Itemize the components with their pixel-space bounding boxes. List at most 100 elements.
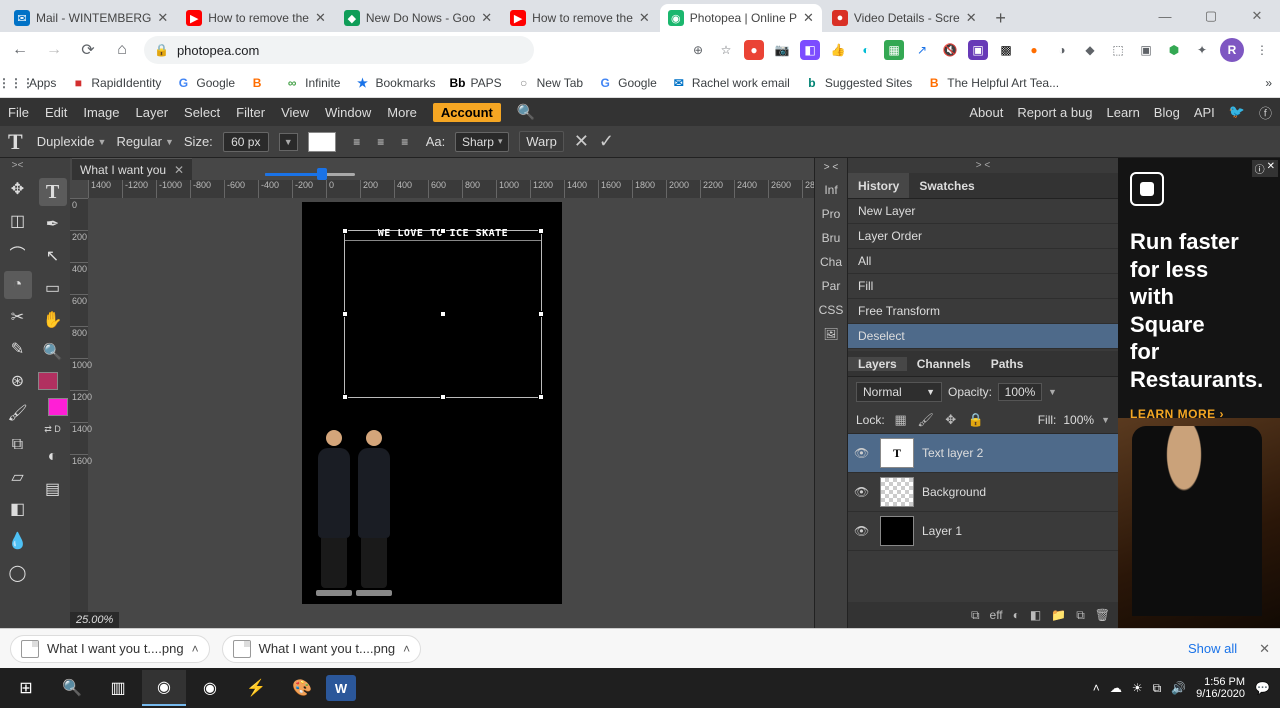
cancel-icon[interactable]: ✕ (574, 131, 589, 152)
ext-14[interactable]: ⬚ (1108, 40, 1128, 60)
fill-input[interactable]: 100% (1063, 413, 1094, 427)
ad-banner[interactable]: ⓘ✕ Run fasterfor lesswithSquareforRestau… (1118, 158, 1280, 628)
tab-close-icon[interactable]: ✕ (481, 10, 492, 26)
panel-tab-image[interactable]: 🖼 (823, 327, 838, 341)
menu-link-blog[interactable]: Blog (1154, 105, 1180, 120)
bookmark-11[interactable]: BThe Helpful Art Tea... (926, 75, 1059, 91)
commit-icon[interactable]: ✓ (599, 131, 614, 152)
ext-7[interactable]: ↗ (912, 40, 932, 60)
ext-5[interactable]: ◐ (856, 40, 876, 60)
bookmark-2[interactable]: GGoogle (175, 75, 235, 91)
tab-close-icon[interactable]: ✕ (315, 10, 326, 26)
browser-tab-3[interactable]: ▶How to remove the✕ (502, 4, 658, 32)
ad-close-icon[interactable]: ✕ (1267, 161, 1275, 176)
window-maximize[interactable]: ▢ (1188, 0, 1234, 32)
lock-all-icon[interactable]: 🔒 (967, 411, 985, 429)
bookmarks-overflow[interactable]: » (1265, 76, 1272, 90)
ext-9[interactable]: ▣ (968, 40, 988, 60)
toolbox-collapse[interactable]: >< (12, 160, 24, 171)
menu-select[interactable]: Select (184, 105, 220, 120)
browser-tab-0[interactable]: ✉Mail - WINTEMBERG✕ (6, 4, 176, 32)
brush-tool[interactable]: 🖌 (4, 399, 32, 427)
bookmark-7[interactable]: ○New Tab (516, 75, 583, 91)
ext-11[interactable]: ● (1024, 40, 1044, 60)
tab-close-icon[interactable]: ✕ (966, 10, 977, 26)
panel-tab-bru[interactable]: Bru (822, 231, 841, 245)
visibility-icon[interactable]: 👁 (854, 524, 872, 538)
browser-tab-5[interactable]: ●Video Details - Scre✕ (824, 4, 985, 32)
new-layer-icon[interactable]: ⧉ (1076, 608, 1085, 623)
search-button[interactable]: 🔍 (50, 670, 94, 706)
install-icon[interactable]: ⊕ (688, 40, 708, 60)
delete-layer-icon[interactable]: 🗑 (1095, 608, 1110, 622)
nav-forward[interactable]: → (42, 38, 66, 62)
ext-3[interactable]: ◧ (800, 40, 820, 60)
chrome-app[interactable]: ◉ (142, 670, 186, 706)
bookmark-10[interactable]: bSuggested Sites (804, 75, 912, 91)
layers-tab-paths[interactable]: Paths (981, 357, 1034, 371)
size-slider[interactable] (265, 170, 355, 178)
download-item-1[interactable]: What I want you t....png˄ (222, 635, 422, 663)
align-center[interactable]: ≡ (370, 132, 392, 152)
visibility-icon[interactable]: 👁 (854, 485, 872, 499)
menu-link-learn[interactable]: Learn (1107, 105, 1140, 120)
word-app[interactable]: W (326, 675, 356, 701)
tab-close-icon[interactable]: ✕ (803, 10, 814, 26)
rightpanel-collapse[interactable]: > < (848, 158, 1118, 173)
layer-row[interactable]: 👁Layer 1 (848, 512, 1118, 551)
layer-row[interactable]: 👁Background (848, 473, 1118, 512)
zoom-level[interactable]: 25.00% (70, 612, 119, 628)
extensions-icon[interactable]: ✦ (1192, 40, 1212, 60)
close-doc-icon[interactable]: ✕ (174, 163, 184, 177)
history-item[interactable]: Deselect (848, 324, 1118, 349)
opacity-input[interactable]: 100% (998, 383, 1042, 401)
text-transform-box[interactable]: WE LOVE TO ICE SKATE (344, 230, 542, 398)
menu-window[interactable]: Window (325, 105, 371, 120)
blend-mode-select[interactable]: Normal▼ (856, 382, 942, 402)
nav-back[interactable]: ← (8, 38, 32, 62)
layer-folder-icon[interactable]: 📁 (1051, 608, 1066, 622)
ext-6[interactable]: ▦ (884, 40, 904, 60)
zoom-tool[interactable]: 🔍 (39, 338, 67, 366)
paint-app[interactable]: 🎨 (280, 670, 324, 706)
lock-transparency-icon[interactable]: ▦ (892, 411, 910, 429)
ext-2[interactable]: 📷 (772, 40, 792, 60)
nav-home[interactable]: ⌂ (110, 38, 134, 62)
ext-12[interactable]: ◑ (1052, 40, 1072, 60)
ext-16[interactable]: ⬢ (1164, 40, 1184, 60)
history-item[interactable]: Fill (848, 274, 1118, 299)
bookmark-3[interactable]: B (249, 75, 270, 91)
rectangle-tool[interactable]: ▭ (39, 274, 67, 302)
menu-icon[interactable]: ⋮ (1252, 40, 1272, 60)
history-item[interactable]: Layer Order (848, 224, 1118, 249)
ext-10[interactable]: ▩ (996, 40, 1016, 60)
warp-button[interactable]: Warp (519, 131, 564, 152)
tab-close-icon[interactable]: ✕ (157, 10, 168, 26)
path-select-tool[interactable]: ↖ (39, 242, 67, 270)
volume-icon[interactable]: 🔊 (1171, 681, 1186, 695)
tray-expand-icon[interactable]: ˄ (1093, 681, 1100, 695)
close-downloads-shelf[interactable]: ✕ (1259, 641, 1270, 657)
fill-dropdown[interactable]: ▼ (1101, 415, 1110, 425)
sidestrip-collapse[interactable]: > < (824, 162, 838, 173)
canvas[interactable]: WE LOVE TO ICE SKATE (302, 202, 562, 604)
ext-15[interactable]: ▣ (1136, 40, 1156, 60)
notifications-icon[interactable]: 💬 (1255, 681, 1270, 695)
profile-avatar[interactable]: R (1220, 38, 1244, 62)
menu-filter[interactable]: Filter (236, 105, 265, 120)
link-layers-icon[interactable]: ⧉ (971, 608, 980, 623)
move-tool[interactable]: ✥ (4, 175, 32, 203)
menu-link-api[interactable]: API (1194, 105, 1215, 120)
ext-1[interactable]: ● (744, 40, 764, 60)
layers-tab-channels[interactable]: Channels (907, 357, 981, 371)
dodge-tool[interactable]: ◯ (4, 559, 32, 587)
panel-tab-pro[interactable]: Pro (822, 207, 841, 221)
screen-mode[interactable]: ▤ (39, 475, 67, 503)
panel-tab-inf[interactable]: Inf (824, 183, 837, 197)
task-view[interactable]: ▥ (96, 670, 140, 706)
search-icon[interactable]: 🔍 (517, 103, 536, 121)
window-minimize[interactable]: — (1142, 0, 1188, 32)
document-tab[interactable]: What I want you ✕ (72, 158, 192, 180)
omnibox[interactable]: 🔒 photopea.com (144, 36, 534, 64)
browser-tab-4[interactable]: ◉Photopea | Online P✕ (660, 4, 822, 32)
